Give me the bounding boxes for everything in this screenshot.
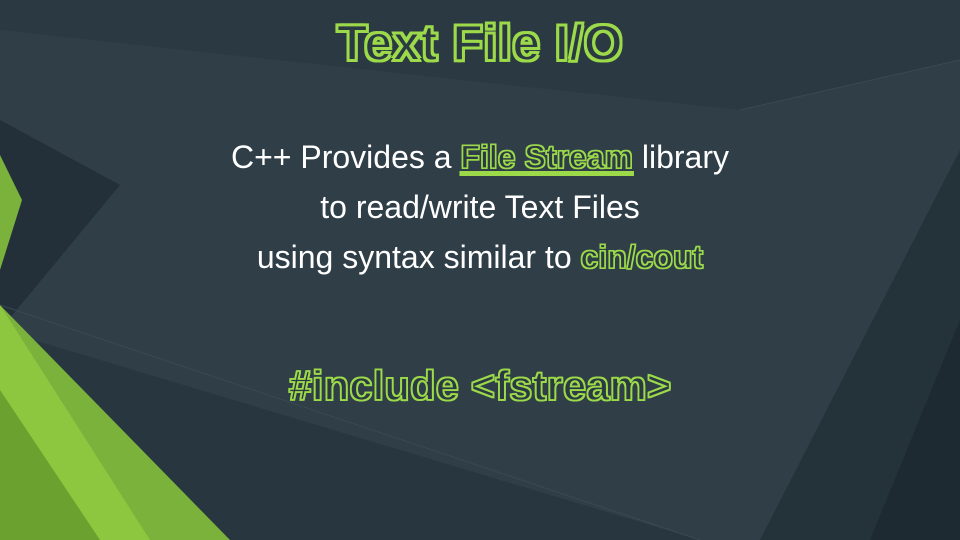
body-line1-post: library [633,139,729,175]
slide-content: Text File I/O C++ Provides a File Stream… [0,0,960,540]
body-line2: to read/write Text Files [320,189,640,225]
body-line3-emphasis: cin/cout [581,239,704,275]
slide-body: C++ Provides a File Stream library to re… [0,132,960,282]
include-directive: #include <fstream> [0,362,960,410]
body-line3-pre: using syntax similar to [257,239,581,275]
slide-title: Text File I/O [0,14,960,72]
body-line1-emphasis: File Stream [460,139,633,175]
body-line1-pre: C++ Provides a [231,139,460,175]
